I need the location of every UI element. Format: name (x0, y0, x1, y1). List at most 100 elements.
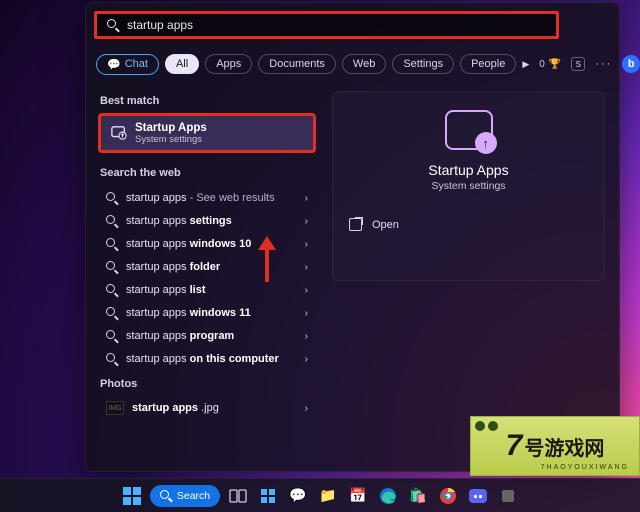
web-result-4[interactable]: startup apps list › (98, 279, 316, 301)
best-match-result[interactable]: Startup Apps System settings (98, 113, 316, 153)
taskbar-app-chrome[interactable] (436, 484, 460, 508)
search-bar-highlight: startup apps (94, 11, 559, 39)
chevron-right-icon: › (305, 308, 308, 319)
filter-settings[interactable]: Settings (392, 54, 454, 74)
web-result-text: startup apps list (126, 284, 297, 296)
filter-settings-label: Settings (403, 58, 443, 70)
filter-chat[interactable]: 💬 Chat (96, 54, 159, 75)
web-result-3[interactable]: startup apps folder› (98, 256, 316, 278)
web-result-text: startup apps program (126, 330, 297, 342)
taskbar-app-generic[interactable] (496, 484, 520, 508)
taskbar-app-chat[interactable]: 💬 (286, 484, 310, 508)
search-icon (106, 192, 118, 204)
detail-app-icon: ↑ (445, 110, 493, 150)
watermark-text: 号游戏网 (524, 432, 604, 461)
filter-documents[interactable]: Documents (258, 54, 336, 74)
best-match-title: Startup Apps (135, 122, 207, 134)
upload-arrow-icon: ↑ (475, 132, 497, 154)
search-icon (106, 284, 118, 296)
best-match-subtitle: System settings (135, 134, 207, 145)
web-result-2[interactable]: startup apps windows 10› (98, 233, 316, 255)
more-icon[interactable]: ··· (595, 58, 612, 70)
startup-apps-icon (111, 125, 127, 141)
chevron-right-icon: › (305, 193, 308, 204)
web-result-text: startup apps windows 11 (126, 307, 297, 319)
chevron-right-icon: › (305, 354, 308, 365)
chevron-right-icon: › (305, 262, 308, 273)
web-result-text: startup apps on this computer (126, 353, 297, 365)
chevron-right-icon: › (305, 285, 308, 296)
search-icon (106, 307, 118, 319)
filter-row: 💬 Chat All Apps Documents Web Settings P… (96, 51, 609, 77)
account-button[interactable]: S (571, 57, 585, 71)
search-icon (106, 353, 118, 365)
photo-result-base: startup apps (132, 402, 198, 414)
rewards-counter[interactable]: 0 🏆 (539, 59, 561, 70)
desktop-background: startup apps 💬 Chat All Apps Documents W… (0, 0, 640, 512)
task-view-button[interactable] (226, 484, 250, 508)
taskbar: Search 💬 📁 📅 🛍️ (0, 478, 640, 512)
web-result-0[interactable]: startup apps - See web results › (98, 187, 316, 209)
chevron-right-icon: › (305, 331, 308, 342)
taskbar-search-label: Search (177, 490, 210, 502)
search-icon (107, 19, 119, 31)
taskbar-search-button[interactable]: Search (150, 485, 220, 507)
filter-right-controls: ▶ 0 🏆 S ··· b (522, 55, 640, 73)
search-input[interactable]: startup apps (97, 14, 556, 36)
filter-documents-label: Documents (269, 58, 325, 70)
best-match-text: Startup Apps System settings (135, 122, 207, 145)
taskbar-app-edge[interactable] (376, 484, 400, 508)
play-icon[interactable]: ▶ (522, 59, 529, 70)
filter-web[interactable]: Web (342, 54, 386, 74)
taskbar-app-explorer[interactable]: 📁 (316, 484, 340, 508)
search-icon (106, 215, 118, 227)
watermark-overlay: 7 号游戏网 7HAOYOUXIWANG (470, 416, 640, 476)
search-icon (160, 490, 172, 502)
photo-thumb-icon: IMG (106, 401, 124, 415)
trophy-icon: 🏆 (549, 59, 561, 70)
filter-apps[interactable]: Apps (205, 54, 252, 74)
detail-open-action[interactable]: Open (349, 218, 399, 231)
watermark-number: 7 (506, 429, 523, 463)
taskbar-app-store[interactable]: 🛍️ (406, 484, 430, 508)
detail-title: Startup Apps (428, 162, 508, 178)
open-icon (349, 218, 362, 231)
results-left-column: Best match Startup Apps System settings … (98, 91, 316, 461)
start-search-panel: startup apps 💬 Chat All Apps Documents W… (85, 2, 620, 472)
chevron-right-icon: › (305, 403, 308, 414)
detail-open-label: Open (372, 219, 399, 231)
filter-all-label: All (176, 58, 188, 70)
account-initial: S (576, 60, 581, 69)
filter-chat-label: Chat (125, 58, 148, 70)
filter-people[interactable]: People (460, 54, 516, 74)
taskbar-app-calendar[interactable]: 📅 (346, 484, 370, 508)
web-results-list: startup apps - See web results›startup a… (98, 187, 316, 370)
start-button[interactable] (120, 484, 144, 508)
photo-result[interactable]: IMG startup apps .jpg › (98, 396, 316, 420)
chevron-right-icon: › (305, 239, 308, 250)
filter-people-label: People (471, 58, 505, 70)
taskbar-app-discord[interactable] (466, 484, 490, 508)
annotation-arrow-icon (256, 236, 278, 284)
photo-result-text: startup apps .jpg (132, 402, 297, 414)
photo-result-ext: .jpg (198, 402, 219, 414)
filter-apps-label: Apps (216, 58, 241, 70)
filter-all[interactable]: All (165, 54, 199, 74)
section-photos: Photos (100, 378, 316, 390)
web-result-6[interactable]: startup apps program › (98, 325, 316, 347)
section-search-web: Search the web (100, 167, 316, 179)
web-result-text: startup apps settings (126, 215, 297, 227)
web-result-5[interactable]: startup apps windows 11 › (98, 302, 316, 324)
rewards-count: 0 (539, 59, 545, 70)
search-icon (106, 238, 118, 250)
chat-bubble-icon: 💬 (107, 58, 121, 71)
chevron-right-icon: › (305, 216, 308, 227)
bing-icon[interactable]: b (622, 55, 640, 73)
web-result-7[interactable]: startup apps on this computer › (98, 348, 316, 370)
detail-subtitle: System settings (431, 180, 505, 192)
search-icon (106, 330, 118, 342)
watermark-url: 7HAOYOUXIWANG (541, 464, 629, 471)
widgets-button[interactable] (256, 484, 280, 508)
web-result-text: startup apps - See web results (126, 192, 297, 204)
web-result-1[interactable]: startup apps settings › (98, 210, 316, 232)
